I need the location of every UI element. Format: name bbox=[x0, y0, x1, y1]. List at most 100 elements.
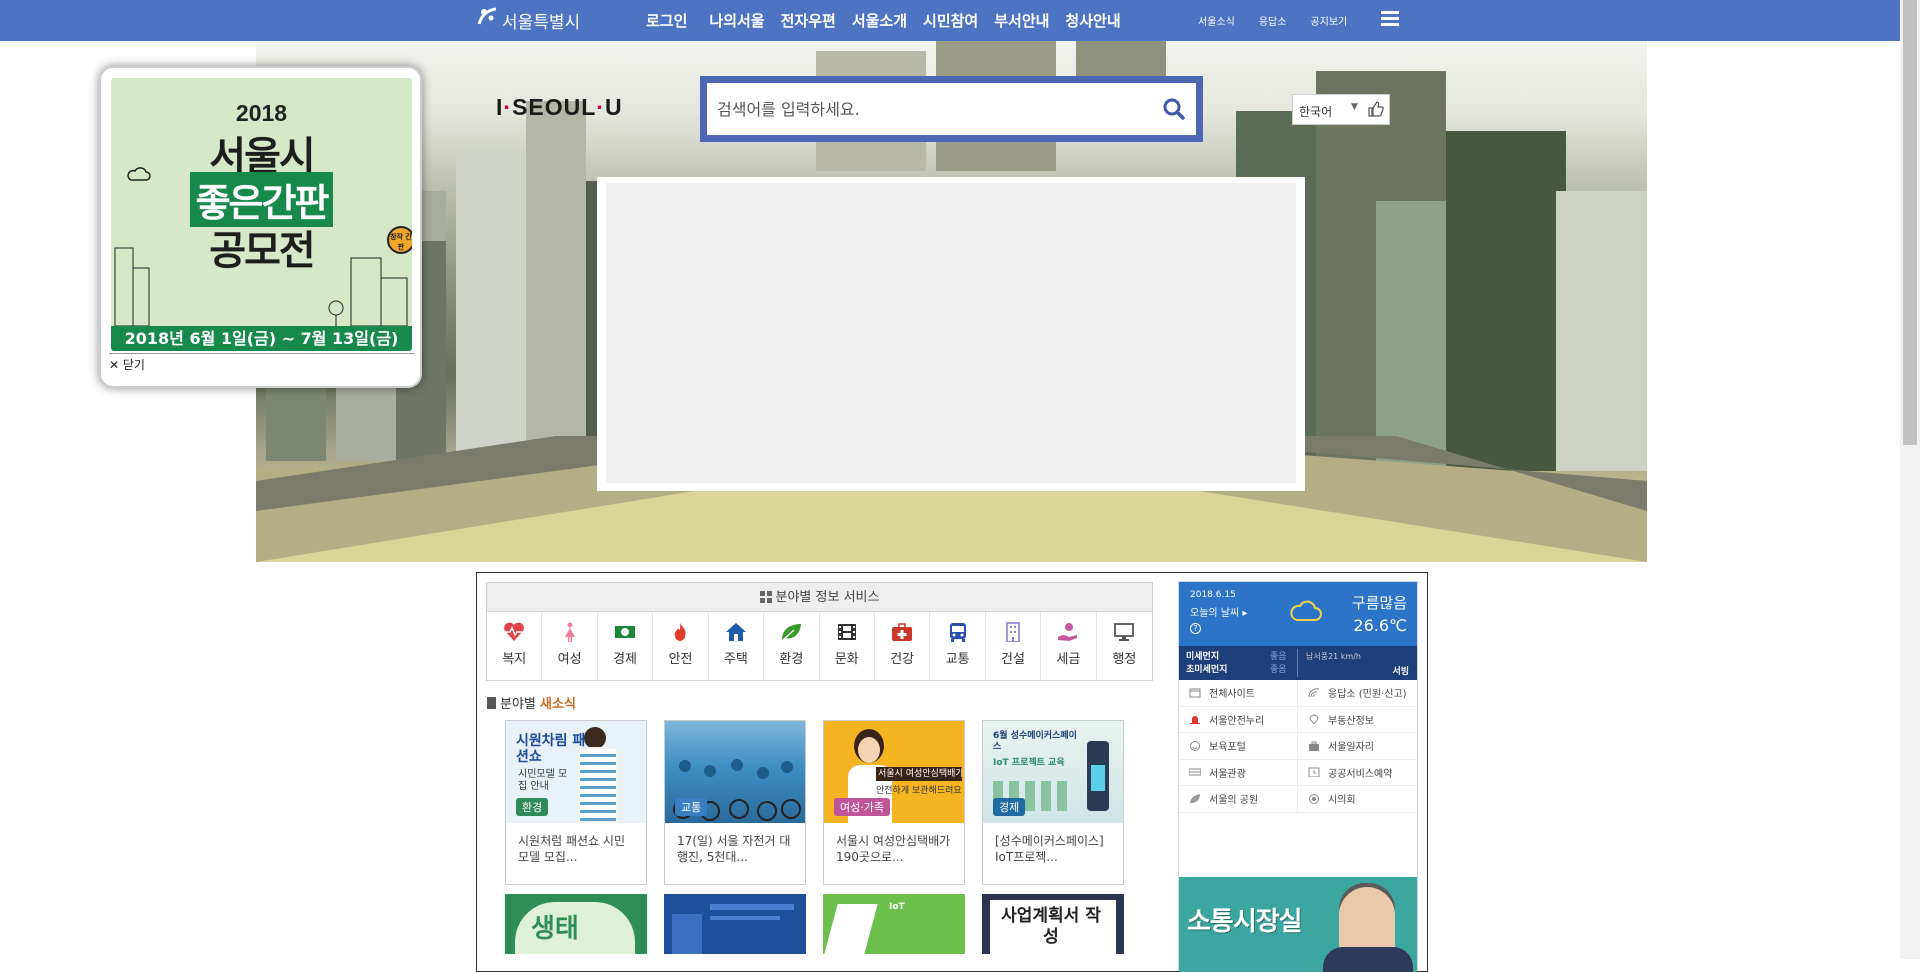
menu-citizen-participation[interactable]: 시민참여 bbox=[923, 10, 978, 31]
building-icon bbox=[1006, 622, 1020, 642]
util-seoul-news[interactable]: 서울소식 bbox=[1198, 13, 1235, 28]
news-card-tag: 환경 bbox=[516, 798, 549, 816]
link-real-estate[interactable]: 부동산정보 bbox=[1298, 707, 1417, 733]
util-eungdapso[interactable]: 응답소 bbox=[1259, 13, 1287, 28]
news-card-caption: 서울시 여성안심택배가 190곳으로... bbox=[836, 834, 951, 864]
news-card[interactable]: 사업계획서 작성 bbox=[982, 894, 1124, 954]
link-childcare[interactable]: 보육포털 bbox=[1179, 733, 1298, 759]
popup-close-button[interactable]: ✕ 닫기 bbox=[109, 353, 415, 373]
link-parks[interactable]: 서울의 공원 bbox=[1179, 786, 1298, 812]
search-input[interactable] bbox=[717, 95, 1117, 123]
district-label: 서빙 bbox=[1392, 667, 1409, 677]
city-outline-illustration bbox=[114, 247, 408, 327]
news-card-tag: 경제 bbox=[993, 798, 1026, 816]
dust-value: 좋음 bbox=[1270, 652, 1287, 662]
smile-icon bbox=[1190, 740, 1200, 751]
weather-widget[interactable]: 2018.6.15 오늘의 날씨 ▸ ? 구름많음 26.6℃ bbox=[1179, 582, 1417, 646]
news-card-tag: 교통 bbox=[675, 798, 708, 816]
service-transport[interactable]: 교통 bbox=[930, 612, 986, 680]
news-card-caption: 17(일) 서울 자전거 대행진, 5천대... bbox=[677, 834, 791, 864]
popup-dates: 2018년 6월 1일(금) ~ 7월 13일(금) bbox=[111, 326, 412, 351]
mayor-communication-banner[interactable]: 소통시장실 bbox=[1179, 877, 1417, 972]
service-administration[interactable]: 행정 bbox=[1097, 612, 1152, 680]
service-tax[interactable]: 세금 bbox=[1041, 612, 1097, 680]
house-icon bbox=[725, 623, 746, 641]
contest-banner-image[interactable]: 2018 서울시 좋은간판 공모전 창작 간판 2018년 6월 1일(금) ~… bbox=[111, 78, 412, 351]
bus-icon bbox=[949, 623, 966, 642]
link-city-council[interactable]: 시의회 bbox=[1298, 786, 1417, 812]
page-scrollbar[interactable] bbox=[1900, 0, 1920, 959]
menu-departments[interactable]: 부서안내 bbox=[994, 10, 1049, 31]
promo-title: 소통시장실 bbox=[1187, 907, 1303, 937]
service-construction[interactable]: 건설 bbox=[986, 612, 1042, 680]
service-housing[interactable]: 주택 bbox=[709, 612, 765, 680]
grid-icon bbox=[759, 591, 772, 603]
link-all-sites[interactable]: 전체사이트 bbox=[1179, 680, 1298, 706]
field-news-heading: 분야별 새소식 bbox=[487, 693, 576, 712]
service-environment[interactable]: 환경 bbox=[764, 612, 820, 680]
language-label: 한국어 bbox=[1299, 105, 1333, 119]
util-notices[interactable]: 공지보기 bbox=[1310, 13, 1347, 28]
right-sidebar: 2018.6.15 오늘의 날씨 ▸ ? 구름많음 26.6℃ 미세먼지초미세먼… bbox=[1178, 581, 1418, 972]
dust-label: 미세먼지 bbox=[1186, 652, 1220, 662]
link-jobs[interactable]: 서울일자리 bbox=[1298, 733, 1417, 759]
close-label: 닫기 bbox=[122, 358, 145, 372]
language-select[interactable]: 한국어 ▼ bbox=[1292, 94, 1390, 125]
news-card[interactable]: 교통 17(일) 서울 자전거 대행진, 5천대... bbox=[664, 720, 806, 885]
menu-login[interactable]: 로그인 bbox=[646, 10, 687, 31]
link-eungdapso[interactable]: 응답소 (민원·신고) bbox=[1298, 680, 1417, 706]
seoul-logo[interactable]: 서울특별시 bbox=[476, 6, 580, 34]
service-welfare[interactable]: 복지 bbox=[487, 612, 543, 680]
thumbs-up-icon[interactable] bbox=[1367, 100, 1385, 118]
hamburger-menu-icon[interactable] bbox=[1381, 11, 1399, 27]
link-public-reservation[interactable]: 공공서비스예약 bbox=[1298, 760, 1417, 786]
search-icon[interactable] bbox=[1162, 97, 1186, 121]
menu-about-seoul[interactable]: 서울소개 bbox=[852, 10, 907, 31]
help-icon[interactable]: ? bbox=[1190, 623, 1201, 634]
fine-dust-value: 좋음 bbox=[1270, 665, 1287, 675]
contest-popup: 2018 서울시 좋은간판 공모전 창작 간판 2018년 6월 1일(금) ~… bbox=[99, 66, 422, 388]
cloud-icon bbox=[125, 166, 151, 186]
heart-pulse-icon bbox=[504, 622, 525, 641]
leaf-icon bbox=[781, 624, 802, 642]
news-card-tag: 여성·가족 bbox=[834, 798, 890, 816]
service-health[interactable]: 건강 bbox=[875, 612, 931, 680]
service-category-row: 복지 여성 경제 안전 주택 환경 문화 건강 교통 건설 세금 행정 bbox=[487, 612, 1152, 680]
link-safety-nuri[interactable]: 서울안전누리 bbox=[1179, 706, 1298, 732]
main-content-box: 분야별 정보 서비스 복지 여성 경제 안전 주택 환경 문화 건강 교통 건설… bbox=[476, 572, 1428, 972]
film-icon bbox=[837, 624, 856, 640]
top-navigation-bar: 서울특별시 로그인 나의서울 전자우편 서울소개 시민참여 부서안내 청사안내 … bbox=[0, 0, 1900, 41]
search-box bbox=[700, 76, 1203, 142]
weather-temperature: 26.6℃ bbox=[1353, 616, 1407, 635]
menu-my-seoul[interactable]: 나의서울 bbox=[709, 10, 764, 31]
weather-date: 2018.6.15 bbox=[1190, 590, 1236, 600]
weather-condition: 구름많음 bbox=[1351, 594, 1407, 612]
woman-icon bbox=[564, 622, 575, 642]
news-card[interactable]: 6월 성수메이커스페이스 IoT 프로젝트 교육 경제 [성수메이커스페이스] … bbox=[982, 720, 1124, 885]
monitor-icon bbox=[1114, 623, 1135, 641]
info-services-panel: 분야별 정보 서비스 복지 여성 경제 안전 주택 환경 문화 건강 교통 건설… bbox=[486, 582, 1153, 681]
news-card[interactable]: 서울시 여성안심택배가 안전하게 보관해드려요 여성·가족 서울시 여성안심택배… bbox=[823, 720, 965, 885]
video-player[interactable] bbox=[597, 177, 1305, 491]
menu-email[interactable]: 전자우편 bbox=[781, 10, 836, 31]
news-card[interactable]: IoT bbox=[823, 894, 965, 954]
menu-city-hall[interactable]: 청사안내 bbox=[1065, 10, 1120, 31]
service-women[interactable]: 여성 bbox=[542, 612, 598, 680]
quick-links: 전체사이트 응답소 (민원·신고) 서울안전누리 부동산정보 보육포털 서울일자… bbox=[1179, 680, 1417, 813]
news-card[interactable]: 생태 bbox=[505, 894, 647, 954]
news-card[interactable] bbox=[664, 894, 806, 954]
money-icon bbox=[615, 626, 636, 638]
bus-icon bbox=[1189, 768, 1201, 776]
service-safety[interactable]: 안전 bbox=[653, 612, 709, 680]
weather-today-link[interactable]: 오늘의 날씨 ▸ bbox=[1190, 604, 1247, 619]
service-economy[interactable]: 경제 bbox=[598, 612, 654, 680]
seoul-symbol-icon bbox=[476, 6, 498, 34]
service-culture[interactable]: 문화 bbox=[820, 612, 875, 680]
signal-icon bbox=[1308, 687, 1320, 697]
siren-icon bbox=[1190, 716, 1200, 725]
news-card-caption: [성수메이커스페이스] IoT프로젝... bbox=[995, 834, 1104, 864]
news-card[interactable]: 시원차림 패션쇼 시민모델 모집 안내 환경 시원처럼 패션쇼 시민모델 모집.… bbox=[505, 720, 647, 885]
scrollbar-thumb[interactable] bbox=[1903, 0, 1917, 445]
link-tourism[interactable]: 서울관광 bbox=[1179, 759, 1298, 785]
fine-dust-label: 초미세먼지 bbox=[1186, 665, 1228, 675]
